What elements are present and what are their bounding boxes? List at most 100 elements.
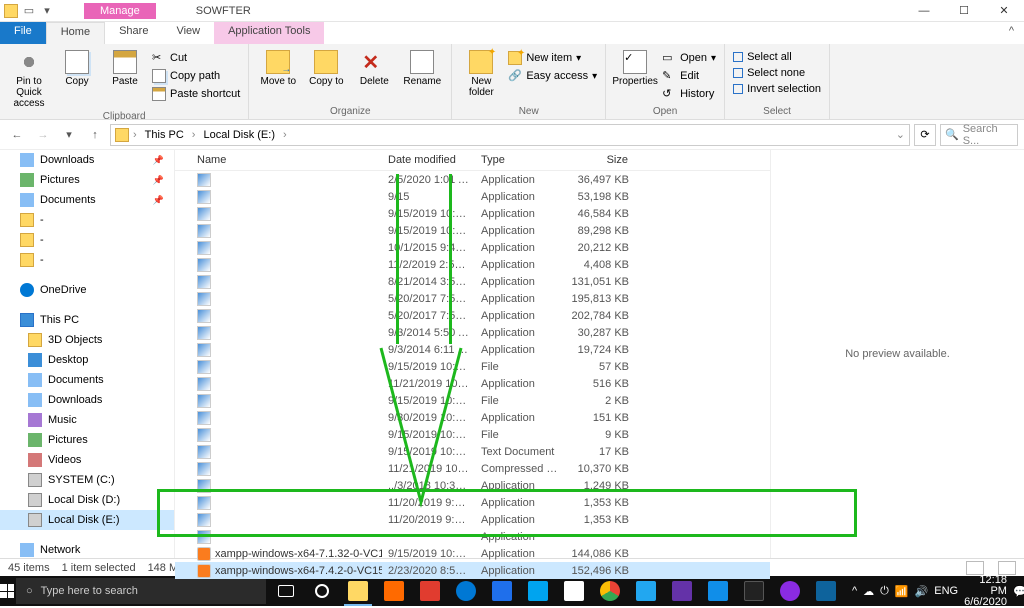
cortana-button[interactable] bbox=[304, 576, 340, 606]
sidebar-item[interactable]: - bbox=[0, 230, 174, 250]
sidebar-item[interactable]: Downloads bbox=[0, 390, 174, 410]
column-type[interactable]: Type bbox=[475, 150, 565, 170]
taskbar[interactable]: ○ Type here to search ^ ☁ ⏻ 📶 🔊 ENG 12:1… bbox=[0, 576, 1024, 606]
file-row[interactable]: 5/20/2017 7:55 AM Application 202,784 KB bbox=[175, 307, 770, 324]
sidebar-item[interactable]: - bbox=[0, 210, 174, 230]
file-row[interactable]: xampp-windows-x64-7.1.32-0-VC14-inst... … bbox=[175, 545, 770, 562]
open-button[interactable]: ▭Open ▾ bbox=[660, 50, 718, 66]
sidebar-item-onedrive[interactable]: OneDrive bbox=[0, 280, 174, 300]
file-row[interactable]: 9/15 Application 53,198 KB bbox=[175, 188, 770, 205]
file-row[interactable]: 11/20/2019 9:57 AM Application 1,353 KB bbox=[175, 511, 770, 528]
sidebar-item[interactable]: Documents📌 bbox=[0, 190, 174, 210]
column-name[interactable]: Name bbox=[175, 150, 382, 170]
navigation-pane[interactable]: Downloads📌Pictures📌Documents📌--- OneDriv… bbox=[0, 150, 175, 558]
tab-share[interactable]: Share bbox=[105, 22, 162, 44]
breadcrumb[interactable]: Local Disk (E:) bbox=[199, 129, 279, 141]
file-row[interactable]: 11/21/2019 10:00 ... Application 516 KB bbox=[175, 375, 770, 392]
qat-dropdown[interactable]: ▾ bbox=[40, 4, 54, 18]
copy-path-button[interactable]: Copy path bbox=[150, 68, 242, 84]
copy-button[interactable]: Copy bbox=[54, 46, 100, 109]
file-row[interactable]: 9/3/2014 5:50 AM Application 30,287 KB bbox=[175, 324, 770, 341]
taskbar-app-chrome[interactable] bbox=[592, 576, 628, 606]
copy-to-button[interactable]: Copy to bbox=[303, 46, 349, 104]
chevron-right-icon[interactable]: › bbox=[133, 129, 137, 141]
tray-icon[interactable]: ⏻ bbox=[880, 585, 889, 598]
tray-network-icon[interactable]: 📶 bbox=[895, 585, 909, 598]
sidebar-item[interactable]: Local Disk (E:) bbox=[0, 510, 174, 530]
chevron-down-icon[interactable]: ⌄ bbox=[896, 128, 905, 141]
taskbar-app[interactable] bbox=[700, 576, 736, 606]
file-row[interactable]: 9/15/2019 10:27 AM File 9 KB bbox=[175, 426, 770, 443]
tray-icon[interactable]: ☁ bbox=[863, 585, 874, 598]
select-all-button[interactable]: Select all bbox=[731, 50, 823, 64]
thumbnails-view-button[interactable] bbox=[998, 561, 1016, 575]
cut-button[interactable]: ✂Cut bbox=[150, 50, 242, 66]
properties-button[interactable]: ✓Properties bbox=[612, 46, 658, 104]
ribbon-collapse-icon[interactable]: ^ bbox=[999, 22, 1024, 44]
taskbar-app[interactable] bbox=[664, 576, 700, 606]
tray-language[interactable]: ENG bbox=[934, 585, 958, 597]
tab-home[interactable]: Home bbox=[46, 22, 105, 44]
search-input[interactable]: 🔍 Search S... bbox=[940, 124, 1018, 146]
file-list[interactable]: Name Date modified Type Size 2/5/2020 1:… bbox=[175, 150, 770, 558]
maximize-button[interactable]: ☐ bbox=[944, 0, 984, 22]
select-none-button[interactable]: Select none bbox=[731, 66, 823, 80]
file-row[interactable]: 2/5/2020 1:01 AM Application 36,497 KB bbox=[175, 171, 770, 188]
file-row[interactable]: 11/21/2019 10:19 ... Compressed (zipp...… bbox=[175, 460, 770, 477]
sidebar-item[interactable]: Downloads📌 bbox=[0, 150, 174, 170]
recent-dropdown[interactable]: ▾ bbox=[58, 124, 80, 146]
file-row[interactable]: 9/15/2019 10:05 AM Application 46,584 KB bbox=[175, 205, 770, 222]
qat-item[interactable]: ▭ bbox=[22, 4, 36, 18]
file-row[interactable]: 9/15/2019 10:27 AM File 2 KB bbox=[175, 392, 770, 409]
breadcrumb[interactable]: This PC bbox=[141, 129, 188, 141]
up-button[interactable]: ↑ bbox=[84, 124, 106, 146]
paste-shortcut-button[interactable]: Paste shortcut bbox=[150, 86, 242, 102]
taskbar-app[interactable] bbox=[412, 576, 448, 606]
invert-selection-button[interactable]: Invert selection bbox=[731, 82, 823, 96]
history-button[interactable]: ↺History bbox=[660, 86, 718, 102]
tray-clock[interactable]: 12:18 PM 6/6/2020 bbox=[964, 575, 1007, 608]
chevron-right-icon[interactable]: › bbox=[192, 129, 196, 141]
tab-application-tools[interactable]: Application Tools bbox=[214, 22, 324, 44]
context-tab-manage[interactable]: Manage bbox=[84, 3, 156, 19]
system-tray[interactable]: ^ ☁ ⏻ 📶 🔊 ENG 12:18 PM 6/6/2020 💬 bbox=[844, 575, 1024, 608]
taskbar-app[interactable] bbox=[736, 576, 772, 606]
details-view-button[interactable] bbox=[966, 561, 984, 575]
taskbar-app[interactable] bbox=[772, 576, 808, 606]
task-view-button[interactable] bbox=[268, 576, 304, 606]
taskbar-search[interactable]: ○ Type here to search bbox=[16, 578, 266, 604]
file-row[interactable]: 10/1/2015 9:42 PM Application 20,212 KB bbox=[175, 239, 770, 256]
minimize-button[interactable]: — bbox=[904, 0, 944, 22]
pin-to-quick-access-button[interactable]: Pin to Quick access bbox=[6, 46, 52, 109]
file-row[interactable]: 8/21/2014 3:52 AM Application 131,051 KB bbox=[175, 273, 770, 290]
taskbar-app[interactable] bbox=[484, 576, 520, 606]
sidebar-item[interactable]: 3D Objects bbox=[0, 330, 174, 350]
file-row[interactable]: 11/2/2019 2:59 PM Application 4,408 KB bbox=[175, 256, 770, 273]
sidebar-item[interactable]: Desktop bbox=[0, 350, 174, 370]
taskbar-app-edge[interactable] bbox=[448, 576, 484, 606]
edit-button[interactable]: ✎Edit bbox=[660, 68, 718, 84]
file-row[interactable]: 9/15/2019 10:06 AM Application 89,298 KB bbox=[175, 222, 770, 239]
tab-file[interactable]: File bbox=[0, 22, 46, 44]
sidebar-item[interactable]: SYSTEM (C:) bbox=[0, 470, 174, 490]
file-row[interactable]: 9/3/2014 6:11 AM Application 19,724 KB bbox=[175, 341, 770, 358]
refresh-button[interactable]: ⟳ bbox=[914, 124, 936, 146]
sidebar-item-this-pc[interactable]: This PC bbox=[0, 310, 174, 330]
file-row[interactable]: Application bbox=[175, 528, 770, 545]
file-row[interactable]: 9/30/2019 10:11 PM Application 151 KB bbox=[175, 409, 770, 426]
column-headers[interactable]: Name Date modified Type Size bbox=[175, 150, 770, 171]
start-button[interactable] bbox=[0, 576, 14, 606]
taskbar-app[interactable] bbox=[808, 576, 844, 606]
taskbar-app-explorer[interactable] bbox=[340, 576, 376, 606]
file-row[interactable]: 5/20/2017 7:54 AM Application 195,813 KB bbox=[175, 290, 770, 307]
delete-button[interactable]: ✕Delete bbox=[351, 46, 397, 104]
column-date[interactable]: Date modified bbox=[382, 150, 475, 170]
paste-button[interactable]: Paste bbox=[102, 46, 148, 109]
file-row[interactable]: 9/15/2019 10:27 AM File 57 KB bbox=[175, 358, 770, 375]
taskbar-app-store[interactable] bbox=[556, 576, 592, 606]
taskbar-app-vscode[interactable] bbox=[628, 576, 664, 606]
chevron-right-icon[interactable]: › bbox=[283, 129, 287, 141]
sidebar-item[interactable]: Pictures📌 bbox=[0, 170, 174, 190]
tray-expand-icon[interactable]: ^ bbox=[852, 585, 857, 597]
new-item-button[interactable]: New item ▾ bbox=[506, 50, 599, 66]
